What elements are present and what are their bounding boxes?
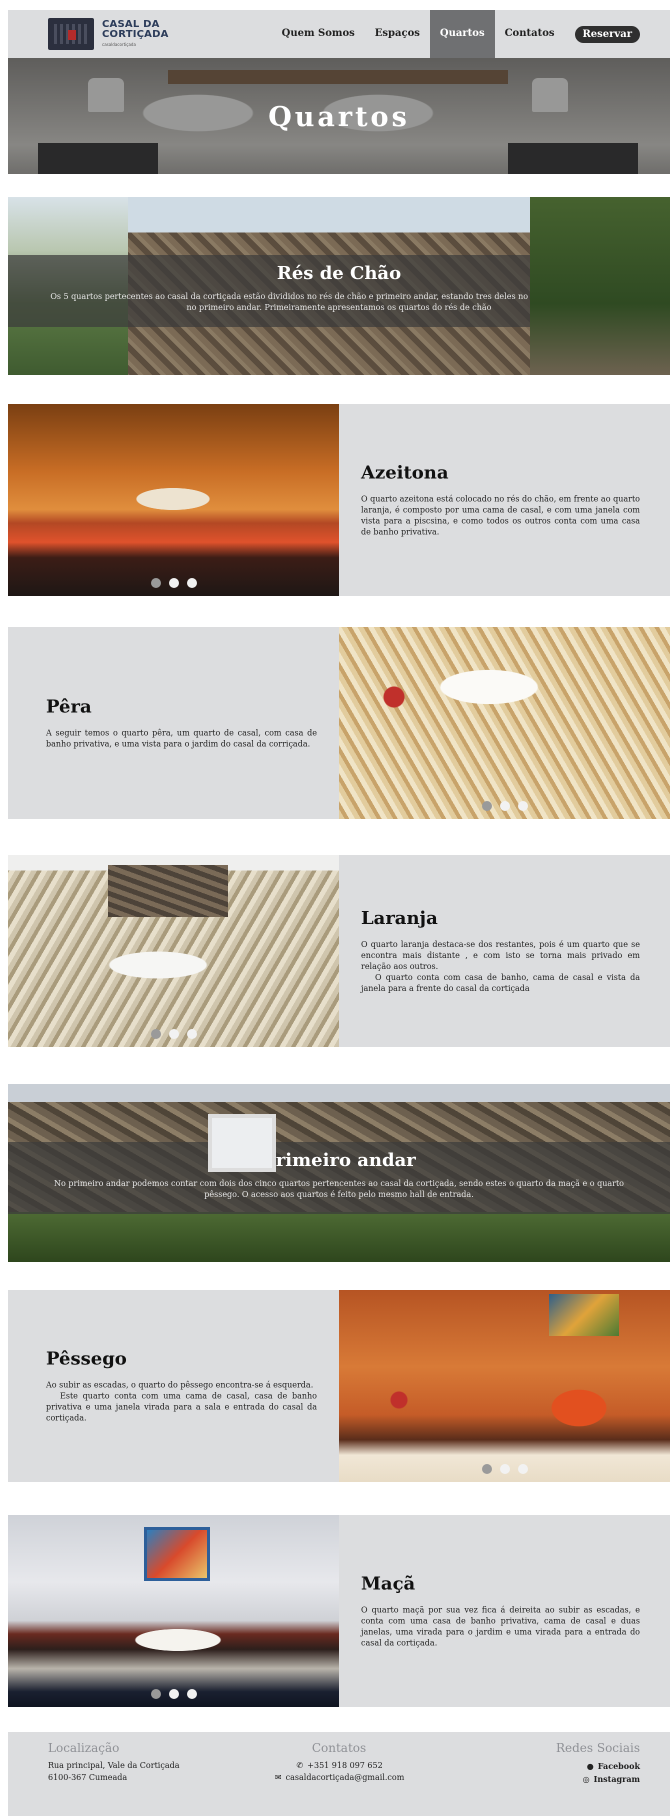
- carousel-indicators: [8, 578, 339, 588]
- footer-email-text: casaldacortiçada@gmail.com: [285, 1773, 405, 1782]
- envelope-icon: ✉: [274, 1773, 282, 1782]
- nav-link-contatos[interactable]: Contatos: [495, 10, 565, 58]
- carousel-dot[interactable]: [499, 1464, 510, 1474]
- room-info: Azeitona O quarto azeitona está colocado…: [339, 404, 670, 596]
- carousel-dot[interactable]: [168, 1029, 179, 1039]
- room-description-text: O quarto conta com casa de banho, cama d…: [361, 973, 640, 993]
- room-description: O quarto azeitona está colocado no rés d…: [361, 494, 640, 538]
- room-card-laranja: Laranja O quarto laranja destaca-se dos …: [8, 855, 670, 1047]
- carousel-dot[interactable]: [517, 801, 528, 811]
- nav-link-quartos[interactable]: Quartos: [429, 10, 495, 58]
- carousel-indicators: [8, 1689, 339, 1699]
- carousel-dot[interactable]: [186, 578, 197, 588]
- room-info: Maçã O quarto maçã por sua vez fica á de…: [339, 1515, 670, 1707]
- room-card-azeitona: Azeitona O quarto azeitona está colocado…: [8, 404, 670, 596]
- carousel-indicators: [8, 1029, 339, 1039]
- section-description: Os 5 quartos pertecentes ao casal da cor…: [50, 292, 628, 312]
- room-photo-carousel[interactable]: [339, 627, 670, 819]
- nav-links: Quem Somos Espaços Quartos Contatos Rese…: [272, 10, 640, 58]
- room-description: O quarto laranja destaca-se dos restante…: [361, 939, 640, 994]
- room-description-text: Este quarto conta com uma cama de casal,…: [46, 1391, 317, 1423]
- room-description-text: O quarto maçã por sua vez fica á deireit…: [361, 1605, 640, 1648]
- section-title: Primeiro andar: [262, 1150, 416, 1171]
- room-description-text: O quarto azeitona está colocado no rés d…: [361, 494, 640, 537]
- instagram-label: Instagram: [593, 1774, 640, 1784]
- logo-house-icon: [48, 18, 94, 50]
- page-title: Quartos: [268, 102, 410, 133]
- room-description: O quarto maçã por sua vez fica á deireit…: [361, 1605, 640, 1649]
- carousel-dot[interactable]: [186, 1029, 197, 1039]
- room-title: Laranja: [361, 908, 438, 929]
- footer-social-heading: Redes Sociais: [555, 1741, 640, 1755]
- room-photo-carousel[interactable]: [339, 1290, 670, 1482]
- section-description: No primeiro andar podemos contar com doi…: [54, 1179, 624, 1199]
- room-title: Maçã: [361, 1573, 416, 1595]
- nav-link-quem-somos[interactable]: Quem Somos: [272, 10, 365, 58]
- room-description-text: A seguir temos o quarto pêra, um quarto …: [46, 728, 317, 749]
- room-title: Pêssego: [46, 1348, 127, 1370]
- carousel-dot[interactable]: [499, 801, 510, 811]
- room-card-pera: Pêra A seguir temos o quarto pêra, um qu…: [8, 627, 670, 819]
- footer-phone-text: +351 918 097 652: [307, 1761, 383, 1770]
- banner-overlay: Primeiro andar No primeiro andar podemos…: [8, 1142, 670, 1214]
- carousel-dot[interactable]: [150, 578, 161, 588]
- logo-subtitle: casaldacortiçada: [102, 42, 136, 47]
- logo-line2: CORTIÇADA: [102, 29, 169, 40]
- room-info: Pêssego Ao subir as escadas, o quarto do…: [8, 1290, 339, 1482]
- room-description-text: O quarto laranja destaca-se dos restante…: [361, 940, 640, 971]
- facebook-link[interactable]: ● Facebook: [556, 1760, 640, 1773]
- room-description: A seguir temos o quarto pêra, um quarto …: [46, 728, 317, 750]
- instagram-link[interactable]: ◎ Instagram: [556, 1773, 640, 1786]
- room-title: Pêra: [46, 696, 92, 718]
- facebook-label: Facebook: [597, 1761, 640, 1771]
- banner-overlay: Rés de Chão Os 5 quartos pertecentes ao …: [8, 255, 670, 327]
- phone-icon: ✆: [296, 1761, 304, 1770]
- logo-text: CASAL DA CORTIÇADA: [102, 20, 169, 40]
- section-title: Rés de Chão: [276, 263, 402, 284]
- top-navbar: CASAL DA CORTIÇADA casaldacortiçada Quem…: [8, 10, 670, 58]
- carousel-dot[interactable]: [517, 1464, 528, 1474]
- room-info: Laranja O quarto laranja destaca-se dos …: [339, 855, 670, 1047]
- section-banner-primeiro-andar: Primeiro andar No primeiro andar podemos…: [8, 1084, 670, 1262]
- room-card-pessego: Pêssego Ao subir as escadas, o quarto do…: [8, 1290, 670, 1482]
- carousel-dot[interactable]: [168, 578, 179, 588]
- room-photo-carousel[interactable]: [8, 1515, 339, 1707]
- footer-social: Redes Sociais ● Facebook ◎ Instagram: [556, 1742, 640, 1786]
- logo[interactable]: CASAL DA CORTIÇADA casaldacortiçada: [48, 18, 168, 52]
- carousel-dot[interactable]: [481, 1464, 492, 1474]
- room-card-maca: Maçã O quarto maçã por sua vez fica á de…: [8, 1515, 670, 1707]
- carousel-dot[interactable]: [168, 1689, 179, 1699]
- carousel-dot[interactable]: [150, 1689, 161, 1699]
- reserve-button[interactable]: Reservar: [574, 25, 640, 43]
- room-title: Azeitona: [361, 462, 449, 484]
- room-photo-carousel[interactable]: [8, 855, 339, 1047]
- room-description-text: Ao subir as escadas, o quarto do pêssego…: [46, 1380, 314, 1390]
- facebook-icon: ●: [586, 1762, 594, 1771]
- room-description: Ao subir as escadas, o quarto do pêssego…: [46, 1380, 317, 1424]
- carousel-dot[interactable]: [186, 1689, 197, 1699]
- section-banner-res-de-chao: Rés de Chão Os 5 quartos pertecentes ao …: [8, 197, 670, 375]
- carousel-indicators: [339, 1464, 670, 1474]
- footer: Localização Rua principal, Vale da Corti…: [8, 1732, 670, 1816]
- nav-link-espacos[interactable]: Espaços: [365, 10, 430, 58]
- instagram-icon: ◎: [582, 1775, 590, 1784]
- hero-banner: Quartos: [8, 58, 670, 174]
- room-info: Pêra A seguir temos o quarto pêra, um qu…: [8, 627, 339, 819]
- carousel-indicators: [339, 801, 670, 811]
- room-photo-carousel[interactable]: [8, 404, 339, 596]
- carousel-dot[interactable]: [150, 1029, 161, 1039]
- carousel-dot[interactable]: [481, 801, 492, 811]
